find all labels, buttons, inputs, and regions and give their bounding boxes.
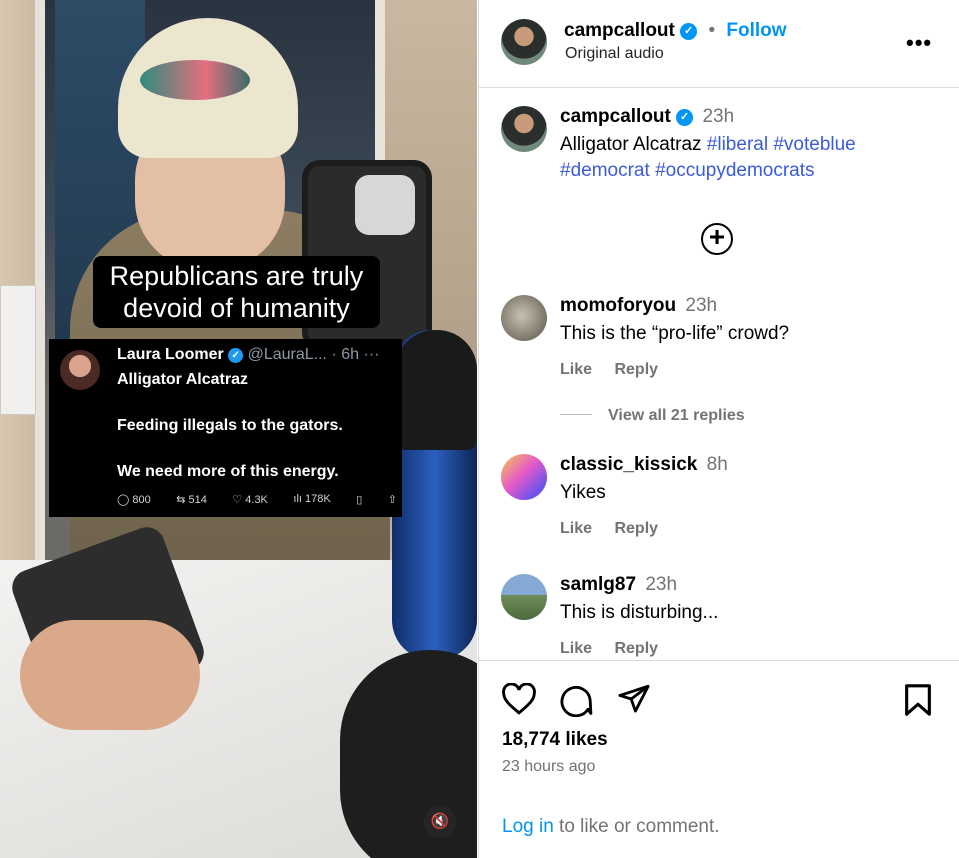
tweet-line-2: Feeding illegals to the gators. bbox=[117, 417, 343, 434]
avatar[interactable] bbox=[501, 106, 547, 152]
caption-line-1: Republicans are truly bbox=[109, 261, 364, 291]
comment-text: This is disturbing... bbox=[560, 602, 719, 623]
likes-count[interactable]: 18,774 likes bbox=[502, 729, 608, 751]
caption-username[interactable]: campcallout bbox=[560, 106, 671, 127]
comment-time: 8h bbox=[706, 454, 728, 475]
bookmark-icon: ▯ bbox=[356, 494, 363, 506]
phone-camera-lens bbox=[355, 175, 415, 235]
avatar[interactable] bbox=[501, 295, 547, 341]
verified-icon: ✓ bbox=[680, 23, 698, 40]
load-more-comments-icon[interactable]: + bbox=[701, 223, 733, 255]
views-icon: ılı bbox=[293, 493, 306, 505]
header-username[interactable]: campcallout bbox=[564, 20, 675, 41]
tweet-header: Laura Loomer ✓ @LauraL... · 6h ··· bbox=[117, 346, 379, 364]
comment-actions: Like Reply bbox=[560, 361, 676, 379]
tweet-time: · 6h bbox=[331, 346, 360, 363]
comment-actions: Like Reply bbox=[560, 520, 676, 538]
tweet-views: ılı 178K bbox=[293, 493, 331, 505]
verified-icon: ✓ bbox=[676, 109, 694, 126]
post-timestamp: 23 hours ago bbox=[502, 758, 596, 775]
reply-button[interactable]: Reply bbox=[614, 520, 658, 537]
comment-username[interactable]: momoforyou bbox=[560, 295, 676, 316]
comment-time: 23h bbox=[685, 295, 718, 316]
comment-text: This is the “pro-life” crowd? bbox=[560, 323, 790, 344]
like-comment-button[interactable]: Like bbox=[560, 361, 592, 378]
heart-icon: ♡ bbox=[232, 494, 246, 506]
tweet-handle: @LauraL... bbox=[247, 346, 327, 363]
hashtag-link[interactable]: #occupydemocrats bbox=[655, 160, 814, 181]
retweet-icon: ⇆ bbox=[176, 494, 189, 506]
reply-button[interactable]: Reply bbox=[614, 361, 658, 378]
login-link[interactable]: Log in bbox=[502, 816, 554, 837]
post-actions: 18,774 likes 23 hours ago Log in to like… bbox=[479, 660, 959, 858]
avatar[interactable] bbox=[501, 574, 547, 620]
follow-button[interactable]: Follow bbox=[726, 20, 786, 41]
tweet-more-icon: ··· bbox=[363, 346, 380, 363]
tweet-avatar bbox=[60, 350, 100, 390]
caption-user-line: campcallout ✓ 23h bbox=[560, 106, 734, 128]
hashtag-link[interactable]: #democrat bbox=[560, 160, 650, 181]
embedded-tweet: Laura Loomer ✓ @LauraL... · 6h ··· Allig… bbox=[49, 339, 402, 517]
comment-username[interactable]: samlg87 bbox=[560, 574, 636, 595]
hand bbox=[20, 620, 200, 730]
reply-button[interactable]: Reply bbox=[614, 640, 658, 657]
caption-line-2: devoid of humanity bbox=[123, 293, 350, 323]
caption-time: 23h bbox=[702, 106, 735, 127]
divider bbox=[560, 414, 592, 415]
hashtag-link[interactable]: #liberal bbox=[707, 134, 768, 155]
original-audio-link[interactable]: Original audio bbox=[565, 45, 664, 63]
view-replies-button[interactable]: View all 21 replies bbox=[560, 407, 745, 425]
mute-icon[interactable]: 🔇 bbox=[424, 806, 456, 838]
share-icon: ⇧ bbox=[387, 494, 397, 506]
video-player[interactable]: Republicans are truly devoid of humanity… bbox=[0, 0, 477, 858]
tweet-author: Laura Loomer bbox=[117, 346, 224, 363]
like-comment-button[interactable]: Like bbox=[560, 640, 592, 657]
comments-list[interactable]: campcallout ✓ 23h Alligator Alcatraz #li… bbox=[479, 89, 959, 659]
microphone-head bbox=[395, 330, 477, 450]
video-caption-overlay: Republicans are truly devoid of humanity bbox=[93, 256, 380, 328]
login-prompt: Log in to like or comment. bbox=[502, 816, 720, 838]
comment-actions: Like Reply bbox=[560, 640, 676, 658]
more-options-icon[interactable]: ••• bbox=[906, 30, 932, 56]
avatar[interactable] bbox=[501, 19, 547, 65]
post-header: campcallout ✓ • Follow Original audio ••… bbox=[479, 0, 959, 88]
hashtag-link[interactable]: #voteblue bbox=[773, 134, 855, 155]
bookmark-icon[interactable] bbox=[903, 683, 933, 717]
avatar[interactable] bbox=[501, 454, 547, 500]
like-comment-button[interactable]: Like bbox=[560, 520, 592, 537]
heart-icon[interactable] bbox=[501, 683, 537, 715]
comment-username[interactable]: classic_kissick bbox=[560, 454, 697, 475]
post-panel: campcallout ✓ • Follow Original audio ••… bbox=[478, 0, 959, 858]
microphone-foam bbox=[340, 650, 477, 858]
cap-fish-graphic bbox=[140, 60, 250, 100]
comment-user-line: samlg87 23h bbox=[560, 574, 677, 596]
caption-body: Alligator Alcatraz bbox=[560, 134, 702, 155]
reply-icon: ◯ bbox=[117, 494, 133, 506]
login-prompt-text: to like or comment. bbox=[553, 816, 720, 837]
share-icon[interactable] bbox=[617, 683, 651, 715]
tweet-line-1: Alligator Alcatraz bbox=[117, 371, 248, 388]
comment-text: Yikes bbox=[560, 482, 606, 503]
caption-text: Alligator Alcatraz #liberal #voteblue #d… bbox=[560, 132, 940, 184]
tweet-retweets: ⇆ 514 bbox=[176, 494, 207, 506]
comment-icon[interactable] bbox=[559, 683, 593, 717]
wall-outlet bbox=[0, 285, 36, 415]
tweet-likes: ♡ 4.3K bbox=[232, 494, 268, 506]
separator: • bbox=[708, 20, 716, 41]
verified-icon: ✓ bbox=[228, 348, 244, 363]
header-user-line: campcallout ✓ • Follow bbox=[564, 20, 787, 42]
comment-user-line: momoforyou 23h bbox=[560, 295, 717, 317]
tweet-replies: ◯ 800 bbox=[117, 494, 151, 506]
comment-user-line: classic_kissick 8h bbox=[560, 454, 728, 476]
tweet-stats: ◯ 800 ⇆ 514 ♡ 4.3K ılı 178K ▯ ⇧ bbox=[117, 493, 397, 506]
comment-time: 23h bbox=[645, 574, 678, 595]
tweet-line-3: We need more of this energy. bbox=[117, 463, 339, 480]
